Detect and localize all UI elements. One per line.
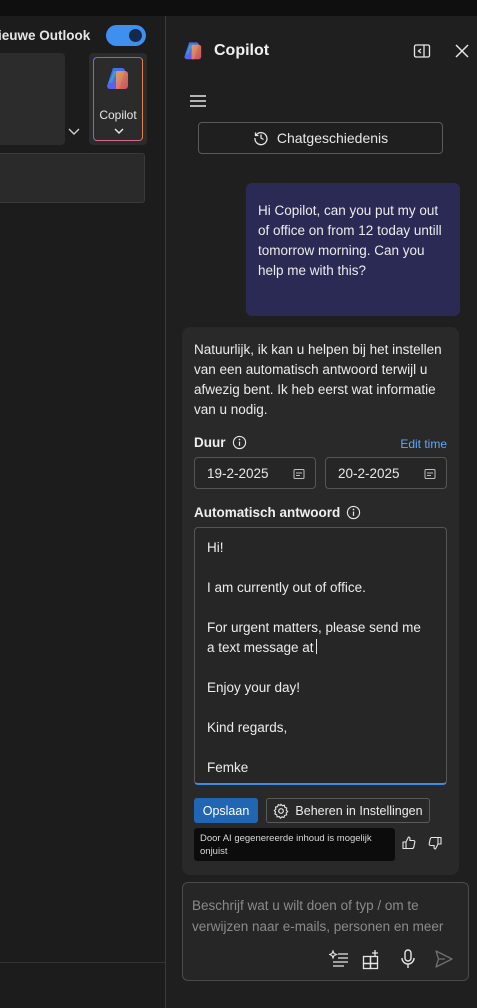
copilot-pane: Copilot Chatgeschiedenis Hi Copilot, can… xyxy=(165,16,477,1008)
info-icon[interactable] xyxy=(346,505,361,520)
end-date-field[interactable]: 20-2-2025 xyxy=(325,457,447,489)
reply-line xyxy=(207,738,434,758)
reply-line xyxy=(207,558,434,578)
manage-button-label: Beheren in Instellingen xyxy=(295,803,423,818)
prompt-suggestions-icon[interactable] xyxy=(329,948,351,970)
new-outlook-label: ieuwe Outlook xyxy=(0,28,91,43)
composer-placeholder[interactable]: Beschrijf wat u wilt doen of typ / om te… xyxy=(192,895,460,937)
ai-disclaimer: Door AI gegenereerde inhoud is mogelijk … xyxy=(194,828,395,861)
ribbon-group[interactable] xyxy=(0,53,65,145)
pop-out-icon[interactable] xyxy=(412,41,432,61)
reply-line xyxy=(207,598,434,618)
start-date-value: 19-2-2025 xyxy=(207,466,269,481)
apps-add-icon[interactable] xyxy=(361,948,383,970)
send-icon[interactable] xyxy=(433,948,455,970)
microphone-icon[interactable] xyxy=(397,948,419,970)
auto-reply-heading: Automatisch antwoord xyxy=(194,505,361,520)
reply-line xyxy=(207,698,434,718)
reply-line: For urgent matters, please send me xyxy=(207,620,421,635)
background-outlook-ribbon: ieuwe Outlook Copilot xyxy=(0,0,165,1008)
hamburger-menu-icon[interactable] xyxy=(188,93,208,109)
chevron-down-icon[interactable] xyxy=(112,125,126,137)
reply-line: Enjoy your day! xyxy=(207,680,301,695)
edit-time-link[interactable]: Edit time xyxy=(400,437,447,451)
calendar-icon[interactable] xyxy=(293,468,305,480)
reply-line-cursor: a text message at xyxy=(207,638,434,658)
background-search-bar[interactable] xyxy=(0,153,145,203)
reply-line xyxy=(207,658,434,678)
manage-in-settings-button[interactable]: Beheren in Instellingen xyxy=(266,798,430,823)
thumbs-down-icon[interactable] xyxy=(427,835,443,851)
reply-line: Kind regards, xyxy=(207,720,288,735)
save-button[interactable]: Opslaan xyxy=(194,798,258,823)
reply-line: I am currently out of office. xyxy=(207,580,366,595)
duration-heading: Duur xyxy=(194,435,247,450)
end-date-value: 20-2-2025 xyxy=(338,466,400,481)
ai-intro-text: Natuurlijk, ik kan u helpen bij het inst… xyxy=(194,342,442,417)
copilot-logo-icon xyxy=(107,68,128,89)
copilot-ribbon-button[interactable]: Copilot xyxy=(89,53,147,145)
pane-title: Copilot xyxy=(214,42,270,59)
pane-header: Copilot xyxy=(166,16,477,84)
text-cursor xyxy=(315,639,317,654)
history-icon xyxy=(254,132,268,146)
copilot-logo-icon xyxy=(184,42,202,60)
reply-line: a text message at xyxy=(207,640,314,655)
ai-response-card: Natuurlijk, ik kan u helpen bij het inst… xyxy=(182,327,459,875)
info-icon[interactable] xyxy=(232,435,247,450)
calendar-icon[interactable] xyxy=(424,468,436,480)
chat-history-label: Chatgeschiedenis xyxy=(276,130,389,146)
auto-reply-label: Automatisch antwoord xyxy=(194,505,341,520)
start-date-field[interactable]: 19-2-2025 xyxy=(194,457,316,489)
copilot-tile-label: Copilot xyxy=(99,108,137,122)
window-top-strip xyxy=(0,0,477,16)
new-outlook-toggle[interactable] xyxy=(106,25,146,46)
duration-label: Duur xyxy=(194,435,226,450)
chevron-down-icon[interactable] xyxy=(66,123,82,139)
thumbs-up-icon[interactable] xyxy=(401,835,417,851)
auto-reply-textarea[interactable]: Hi! I am currently out of office. For ur… xyxy=(194,527,447,785)
user-message-bubble: Hi Copilot, can you put my out of office… xyxy=(246,183,460,316)
gear-icon xyxy=(274,803,289,819)
close-icon[interactable] xyxy=(452,41,472,61)
reply-line: Hi! xyxy=(207,540,224,555)
reply-line: Femke xyxy=(207,760,249,775)
divider xyxy=(0,962,165,963)
chat-history-button[interactable]: Chatgeschiedenis xyxy=(198,122,443,154)
prompt-composer[interactable]: Beschrijf wat u wilt doen of typ / om te… xyxy=(182,882,469,981)
